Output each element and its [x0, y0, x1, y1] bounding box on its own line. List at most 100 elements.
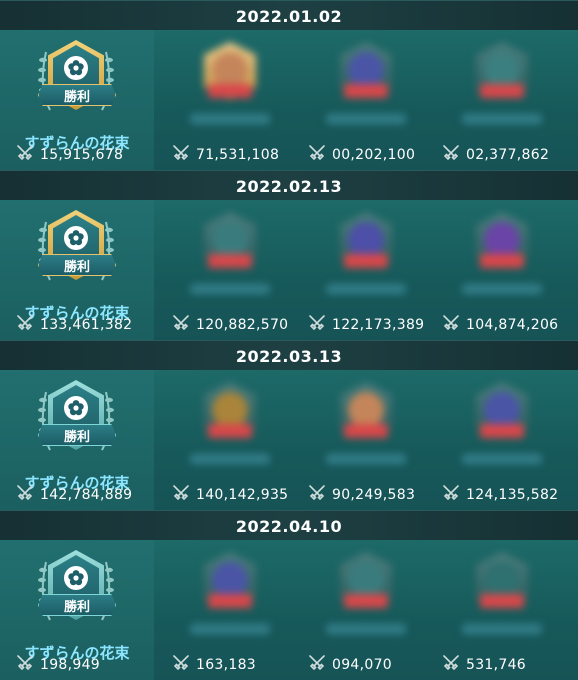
opponent-result-badge [208, 254, 252, 268]
opponent-score: 163,183 [172, 655, 256, 675]
opponent-emblem-blurred [326, 38, 406, 138]
crossed-swords-icon [172, 315, 190, 335]
team-emblem: 勝利 [36, 380, 116, 466]
opponent-emblem-blurred [190, 208, 270, 308]
opponent-result-badge [208, 84, 252, 98]
own-team-score: 142,784,889 [16, 485, 133, 505]
opponent-result-badge [208, 424, 252, 438]
score-value: 104,874,206 [466, 317, 559, 333]
opponent-name-blurred [190, 624, 270, 634]
opponent-crest-icon [484, 222, 520, 258]
opponent-result-badge [480, 254, 524, 268]
crossed-swords-icon [442, 315, 460, 335]
opponent-emblem-blurred [190, 38, 270, 138]
flower-icon [64, 566, 88, 590]
crossed-swords-icon [308, 655, 326, 675]
flower-icon [64, 226, 88, 250]
battle-section: 2022.01.02 勝利 すずらんの花束 15,915,678 71,531,1… [0, 0, 578, 170]
own-team-score: 133,461,382 [16, 315, 133, 335]
score-value: 133,461,382 [40, 317, 133, 333]
score-value: 094,070 [332, 657, 392, 673]
score-value: 90,249,583 [332, 487, 416, 503]
result-badge: 勝利 [38, 254, 116, 276]
opponent-result-badge [344, 594, 388, 608]
opponent-crest-icon [212, 392, 248, 428]
opponent-crest-icon [348, 222, 384, 258]
crossed-swords-icon [308, 145, 326, 165]
score-value: 15,915,678 [40, 147, 124, 163]
opponent-score: 140,142,935 [172, 485, 289, 505]
opponent-name-blurred [190, 114, 270, 124]
opponent-result-badge [344, 254, 388, 268]
opponent-crest-icon [484, 562, 520, 598]
crossed-swords-icon [172, 655, 190, 675]
opponent-crest-icon [348, 392, 384, 428]
opponent-name-blurred [462, 624, 542, 634]
opponent-emblem-blurred [462, 38, 542, 138]
result-badge: 勝利 [38, 84, 116, 106]
opponent-emblem-blurred [326, 548, 406, 648]
opponent-crest-icon [212, 222, 248, 258]
opponent-score: 531,746 [442, 655, 526, 675]
battle-section: 2022.03.13 勝利 すずらんの花束 142,784,889 140,142… [0, 340, 578, 510]
team-emblem: 勝利 [36, 550, 116, 636]
crossed-swords-icon [308, 485, 326, 505]
score-value: 140,142,935 [196, 487, 289, 503]
opponent-score: 094,070 [308, 655, 392, 675]
crossed-swords-icon [172, 485, 190, 505]
opponent-name-blurred [326, 284, 406, 294]
score-value: 71,531,108 [196, 147, 280, 163]
opponent-name-blurred [326, 454, 406, 464]
opponent-crest-icon [212, 562, 248, 598]
opponent-name-blurred [462, 454, 542, 464]
opponent-emblem-blurred [462, 548, 542, 648]
opponent-score: 71,531,108 [172, 145, 280, 165]
clan-battle-history: 2022.01.02 勝利 すずらんの花束 15,915,678 71,531,1… [0, 0, 578, 680]
score-value: 120,882,570 [196, 317, 289, 333]
team-emblem: 勝利 [36, 210, 116, 296]
battle-date: 2022.02.13 [0, 170, 578, 202]
result-badge: 勝利 [38, 424, 116, 446]
crossed-swords-icon [442, 485, 460, 505]
team-emblem: 勝利 [36, 40, 116, 126]
opponent-result-badge [344, 424, 388, 438]
score-value: 163,183 [196, 657, 256, 673]
flower-icon [64, 396, 88, 420]
crossed-swords-icon [16, 485, 34, 505]
opponent-crest-icon [212, 52, 248, 88]
score-value: 124,135,582 [466, 487, 559, 503]
battle-date: 2022.04.10 [0, 510, 578, 542]
opponent-result-badge [344, 84, 388, 98]
opponent-score: 104,874,206 [442, 315, 559, 335]
opponent-crest-icon [348, 52, 384, 88]
opponent-name-blurred [462, 284, 542, 294]
opponent-crest-icon [484, 392, 520, 428]
opponent-name-blurred [462, 114, 542, 124]
opponent-crest-icon [484, 52, 520, 88]
flower-icon [64, 56, 88, 80]
result-badge: 勝利 [38, 594, 116, 616]
crossed-swords-icon [442, 145, 460, 165]
battle-date: 2022.01.02 [0, 0, 578, 32]
opponent-emblem-blurred [326, 208, 406, 308]
own-team-score: 15,915,678 [16, 145, 124, 164]
opponent-score: 124,135,582 [442, 485, 559, 505]
opponent-score: 00,202,100 [308, 145, 415, 165]
opponent-result-badge [480, 84, 524, 98]
crossed-swords-icon [442, 655, 460, 675]
opponent-result-badge [480, 594, 524, 608]
battle-date: 2022.03.13 [0, 340, 578, 372]
score-value: 142,784,889 [40, 487, 133, 503]
opponent-name-blurred [326, 114, 406, 124]
crossed-swords-icon [308, 315, 326, 335]
score-value: 531,746 [466, 657, 526, 673]
score-value: 02,377,862 [466, 147, 550, 163]
crossed-swords-icon [172, 145, 190, 165]
crossed-swords-icon [16, 655, 34, 675]
opponent-name-blurred [190, 454, 270, 464]
opponent-score: 122,173,389 [308, 315, 424, 335]
crossed-swords-icon [16, 315, 34, 335]
opponent-emblem-blurred [462, 208, 542, 308]
score-value: 198,949 [40, 657, 100, 673]
opponent-name-blurred [326, 624, 406, 634]
